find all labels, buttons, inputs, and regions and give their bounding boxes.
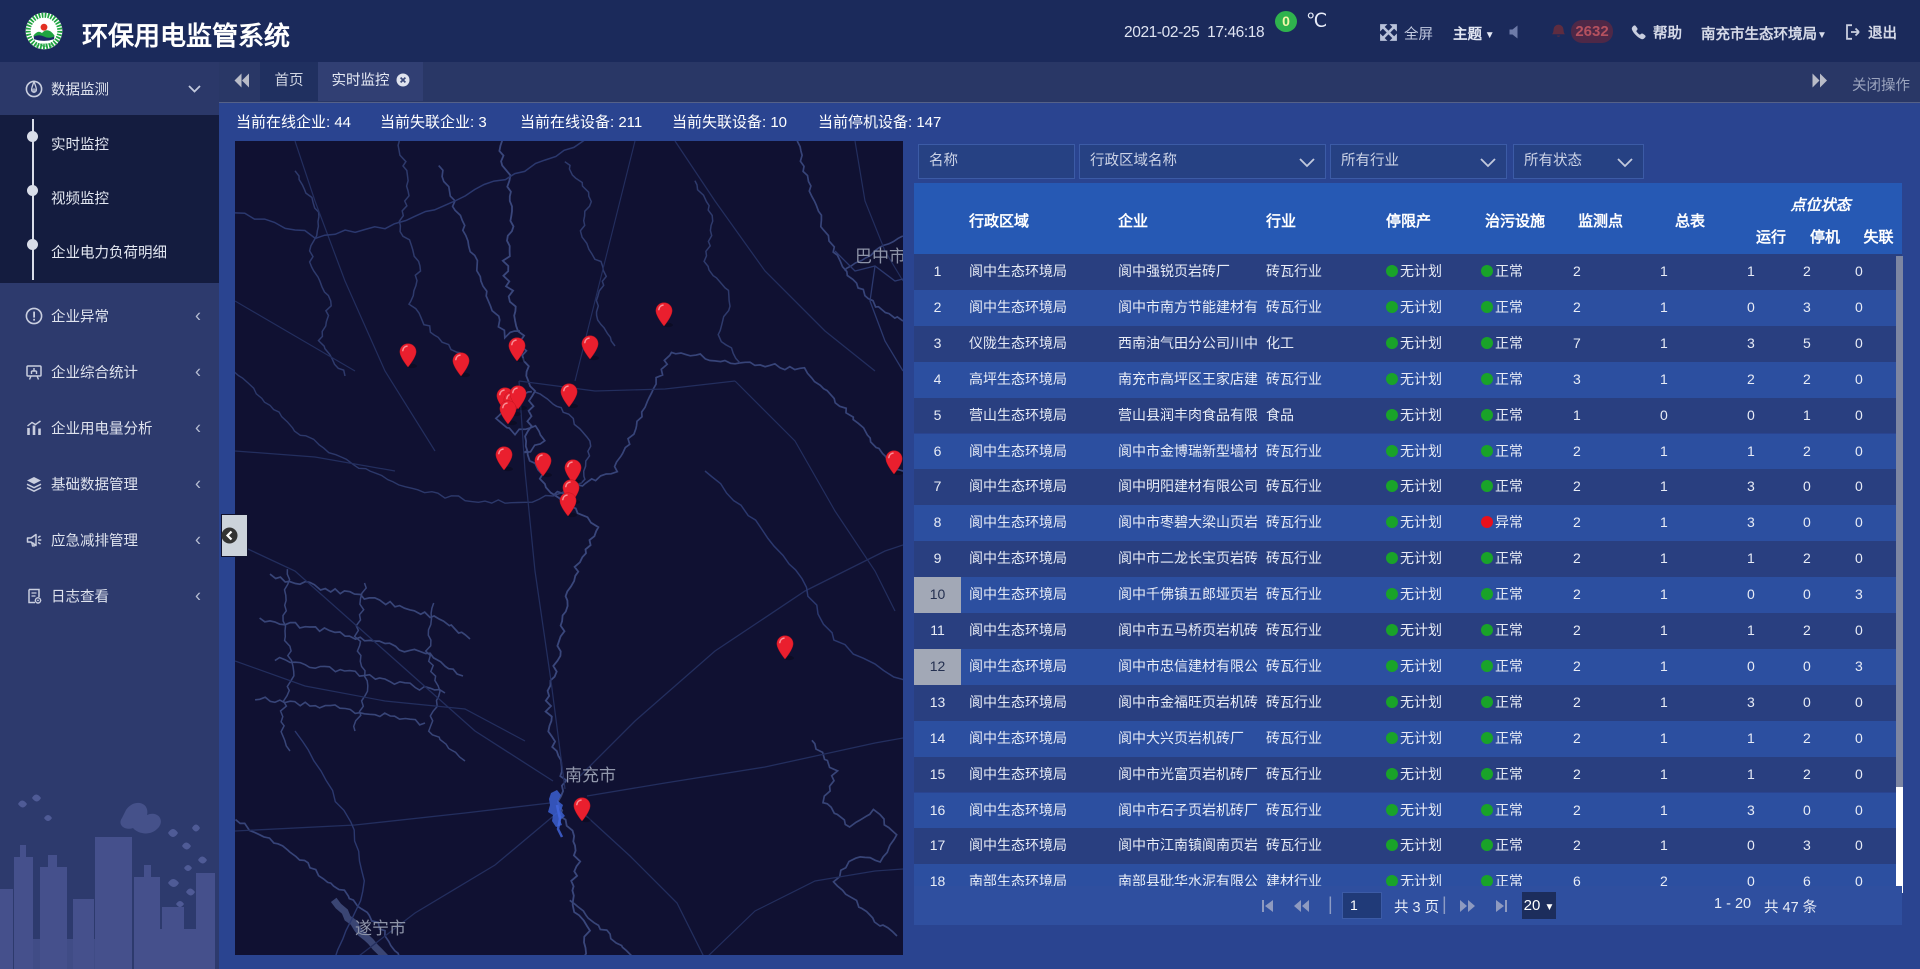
svg-text:南充市: 南充市 <box>565 766 616 785</box>
svg-text:环保监管: 环保监管 <box>36 42 53 49</box>
svg-text:遂宁市: 遂宁市 <box>355 919 406 938</box>
svg-text:巴中市: 巴中市 <box>855 247 903 266</box>
